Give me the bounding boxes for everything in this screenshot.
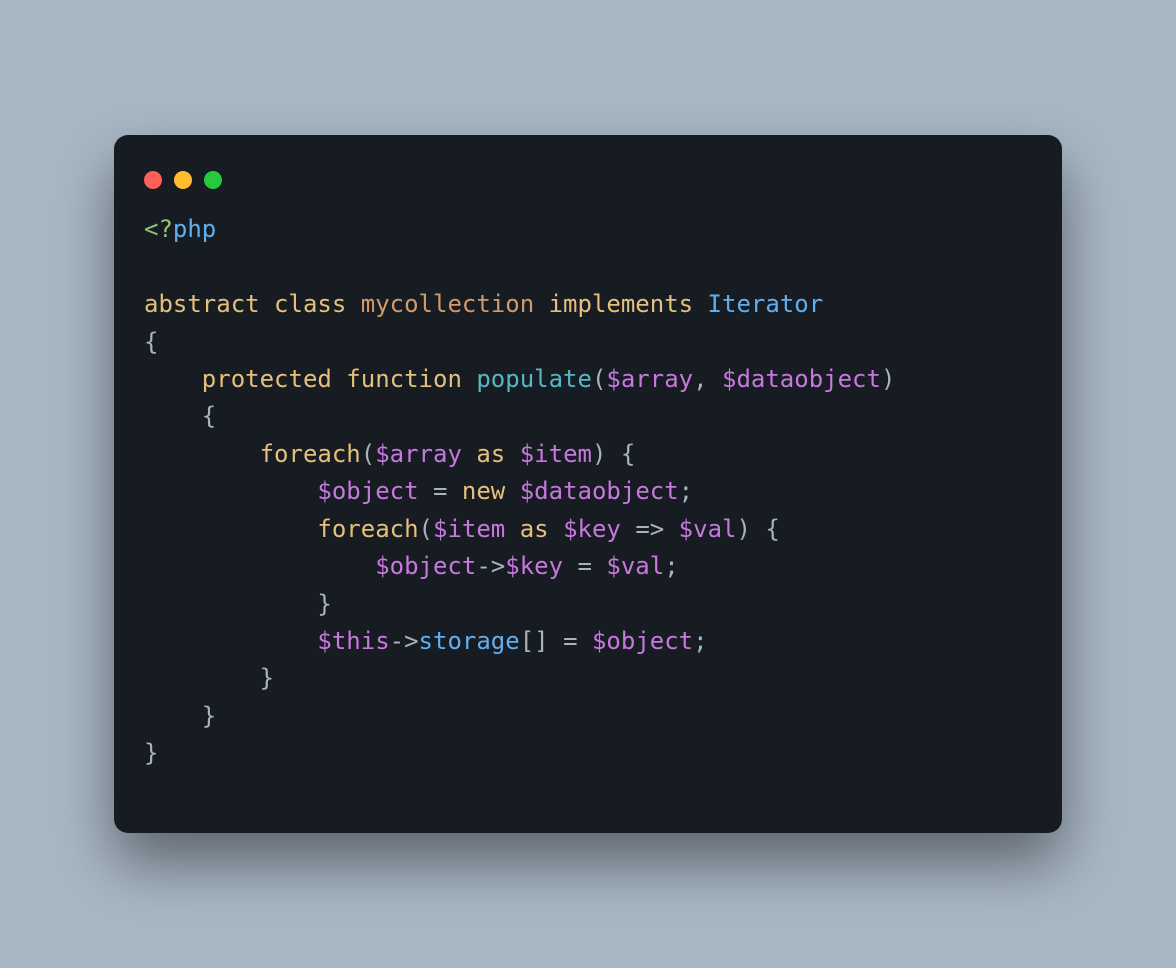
class-name: mycollection [361, 290, 534, 318]
kw-as: as [520, 515, 549, 543]
space [621, 515, 635, 543]
kw-implements: implements [549, 290, 694, 318]
semi: ; [664, 552, 678, 580]
op-assign: = [578, 552, 592, 580]
indent [144, 515, 317, 543]
indent [144, 402, 202, 430]
interface-name: Iterator [708, 290, 824, 318]
kw-foreach: foreach [260, 440, 361, 468]
semi: ; [693, 627, 707, 655]
var-val: $val [606, 552, 664, 580]
paren-open: ( [592, 365, 606, 393]
var-object: $object [375, 552, 476, 580]
indent [144, 552, 375, 580]
space [447, 477, 461, 505]
php-open-tag-php: php [173, 215, 216, 243]
var-object: $object [317, 477, 418, 505]
code-block: <?php abstract class mycollection implem… [114, 211, 1062, 773]
space [592, 552, 606, 580]
space [578, 627, 592, 655]
var-val: $val [679, 515, 737, 543]
space [419, 477, 433, 505]
var-key: $key [505, 552, 563, 580]
var-this: $this [317, 627, 389, 655]
var-dataobject: $dataobject [520, 477, 679, 505]
paren-close: ) [736, 515, 750, 543]
prop-storage: storage [419, 627, 520, 655]
brackets: [] [520, 627, 549, 655]
indent [144, 702, 202, 730]
var-item: $item [433, 515, 505, 543]
kw-abstract: abstract [144, 290, 260, 318]
space [549, 627, 563, 655]
space [664, 515, 678, 543]
space [505, 440, 519, 468]
kw-function: function [346, 365, 462, 393]
var-dataobject: $dataobject [722, 365, 881, 393]
space [505, 477, 519, 505]
semi: ; [679, 477, 693, 505]
brace-close: } [317, 590, 331, 618]
window-titlebar [114, 165, 1062, 211]
indent [144, 477, 317, 505]
kw-as: as [476, 440, 505, 468]
space [346, 290, 360, 318]
kw-class: class [274, 290, 346, 318]
space [606, 440, 620, 468]
arrow-fat: => [635, 515, 664, 543]
space [462, 440, 476, 468]
brace-open: { [202, 402, 216, 430]
op-assign: = [563, 627, 577, 655]
space [708, 365, 722, 393]
code-window: <?php abstract class mycollection implem… [114, 135, 1062, 833]
space [751, 515, 765, 543]
indent [144, 440, 260, 468]
brace-close: } [202, 702, 216, 730]
brace-close: } [144, 739, 158, 767]
var-item: $item [520, 440, 592, 468]
op-assign: = [433, 477, 447, 505]
brace-open: { [144, 328, 158, 356]
space [534, 290, 548, 318]
var-object: $object [592, 627, 693, 655]
paren-close: ) [592, 440, 606, 468]
paren-open: ( [419, 515, 433, 543]
indent [144, 627, 317, 655]
kw-protected: protected [202, 365, 332, 393]
brace-close: } [260, 664, 274, 692]
var-array: $array [606, 365, 693, 393]
function-name: populate [476, 365, 592, 393]
minimize-icon[interactable] [174, 171, 192, 189]
indent [144, 590, 317, 618]
close-icon[interactable] [144, 171, 162, 189]
kw-new: new [462, 477, 505, 505]
space [693, 290, 707, 318]
kw-foreach: foreach [317, 515, 418, 543]
zoom-icon[interactable] [204, 171, 222, 189]
brace-open: { [765, 515, 779, 543]
php-open-tag-lt: <? [144, 215, 173, 243]
space [260, 290, 274, 318]
space [462, 365, 476, 393]
space [549, 515, 563, 543]
indent [144, 365, 202, 393]
brace-open: { [621, 440, 635, 468]
var-array: $array [375, 440, 462, 468]
arrow-thin: -> [476, 552, 505, 580]
arrow-thin: -> [390, 627, 419, 655]
space [332, 365, 346, 393]
paren-close: ) [881, 365, 895, 393]
paren-open: ( [361, 440, 375, 468]
var-key: $key [563, 515, 621, 543]
space [563, 552, 577, 580]
comma: , [693, 365, 707, 393]
indent [144, 664, 260, 692]
space [505, 515, 519, 543]
